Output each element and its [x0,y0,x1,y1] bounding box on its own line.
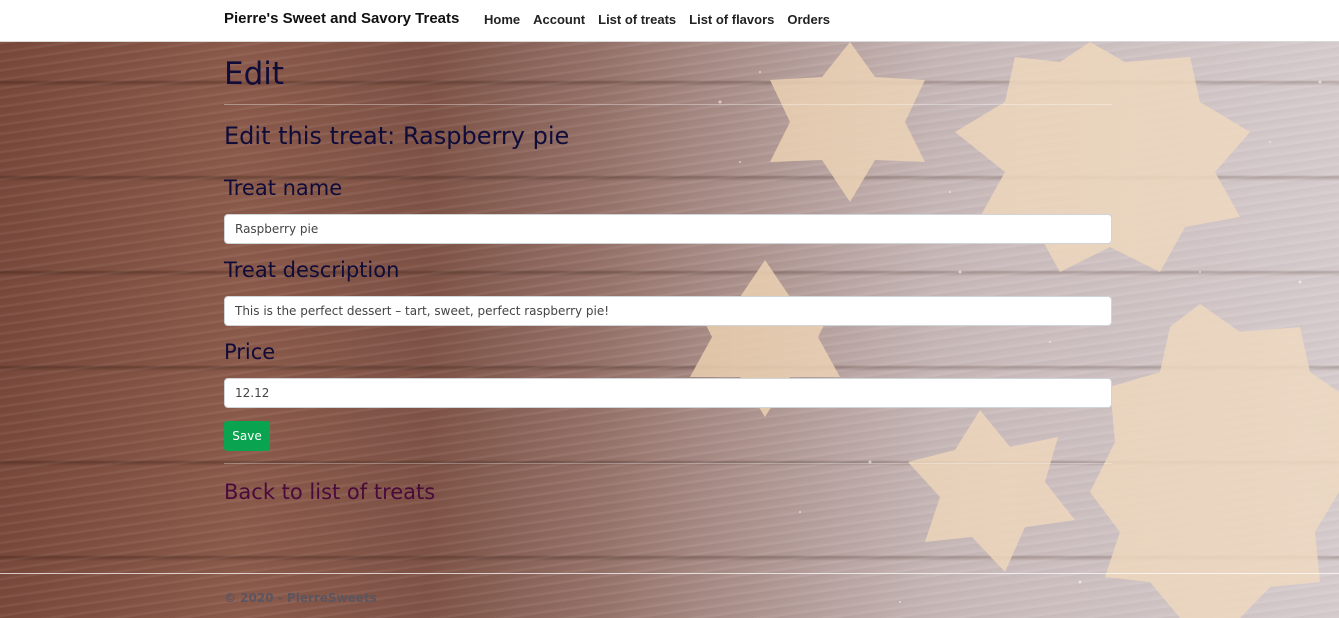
nav-link-account[interactable]: Account [533,12,585,27]
nav-link-orders[interactable]: Orders [787,12,830,27]
footer-divider [0,573,1339,574]
nav-link-flavors[interactable]: List of flavors [689,12,774,27]
background-image [0,42,1339,618]
brand-link[interactable]: Pierre's Sweet and Savory Treats [224,10,459,27]
nav-link-treats[interactable]: List of treats [598,12,676,27]
treat-name-label: Treat name [224,176,343,200]
footer-copyright: © 2020 - PierreSweets [224,591,377,605]
sugar-frost-overlay [0,42,1339,618]
page-subtitle: Edit this treat: Raspberry pie [224,122,570,150]
top-navbar: Pierre's Sweet and Savory Treats Home Ac… [0,0,1339,42]
treat-description-label: Treat description [224,258,400,282]
nav-link-home[interactable]: Home [484,12,520,27]
price-input[interactable] [224,378,1112,408]
price-label: Price [224,340,276,364]
save-button[interactable]: Save [224,421,270,451]
page-title: Edit [224,56,285,92]
form-divider [224,463,1112,464]
title-divider [224,104,1112,105]
treat-description-input[interactable] [224,296,1112,326]
treat-name-input[interactable] [224,214,1112,244]
nav-links: Home Account List of treats List of flav… [484,12,830,27]
back-to-treats-link[interactable]: Back to list of treats [224,480,435,504]
